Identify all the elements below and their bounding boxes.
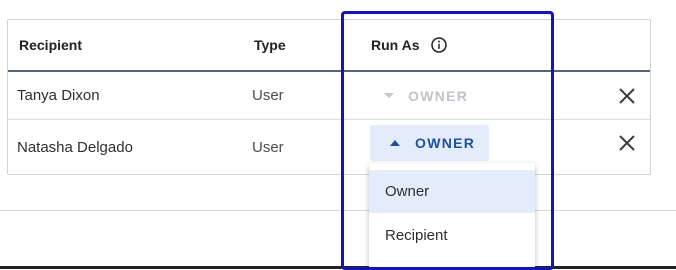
run-as-value: OWNER — [408, 87, 469, 104]
recipient-type: User — [252, 138, 284, 156]
remove-recipient-button[interactable] — [615, 131, 639, 155]
run-as-dropdown-menu: Owner Recipient — [369, 163, 535, 269]
table-row: Tanya Dixon User OWNER — [8, 72, 650, 120]
info-icon[interactable] — [431, 37, 448, 53]
caret-up-icon — [390, 140, 400, 146]
close-icon — [619, 88, 635, 104]
dropdown-option-owner[interactable]: Owner — [369, 170, 535, 213]
table-row: Natasha Delgado User OWNER — [8, 120, 650, 174]
run-as-value: OWNER — [415, 135, 476, 151]
run-as-select-disabled: OWNER — [380, 72, 468, 119]
header-type: Type — [254, 37, 286, 53]
run-as-select[interactable]: OWNER — [370, 125, 489, 161]
recipient-type: User — [252, 87, 284, 104]
header-run-as: Run As — [371, 20, 448, 70]
dropdown-option-recipient[interactable]: Recipient — [369, 214, 535, 257]
recipients-table: Recipient Type Run As Tanya Dixon User O… — [7, 19, 651, 175]
header-recipient: Recipient — [19, 37, 83, 53]
recipient-name: Tanya Dixon — [17, 87, 100, 104]
table-header: Recipient Type Run As — [8, 20, 650, 72]
header-run-as-label: Run As — [371, 37, 420, 53]
recipient-name: Natasha Delgado — [17, 138, 133, 156]
caret-down-icon — [384, 93, 394, 98]
section-divider — [0, 210, 676, 211]
remove-recipient-button[interactable] — [615, 84, 639, 108]
close-icon — [619, 135, 635, 151]
